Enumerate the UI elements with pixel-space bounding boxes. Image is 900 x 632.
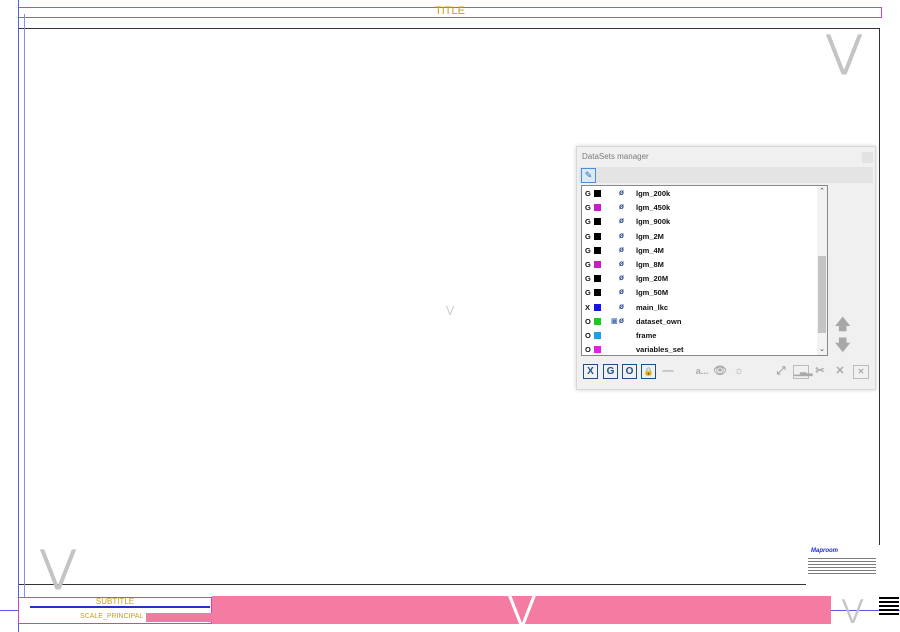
dataset-type: G (585, 245, 591, 255)
label-button[interactable]: a... (692, 363, 712, 379)
export-icon[interactable]: ✕ (853, 365, 869, 379)
eye-hidden-icon[interactable]: ø (619, 202, 624, 211)
close-button[interactable] (862, 152, 873, 163)
histogram-icon[interactable]: ▁▃▂ (793, 365, 812, 379)
eye-hidden-icon[interactable]: ø (619, 287, 624, 296)
datasets-manager-panel: DataSets manager ✎ Gø lgm_200k Gø lgm_450k G… (576, 146, 876, 390)
add-o-dataset-button[interactable]: O (622, 364, 637, 379)
eye-icon[interactable]: 👁 (713, 363, 727, 379)
dataset-name: lgm_50M (636, 288, 669, 298)
dataset-name: lgm_2M (636, 231, 664, 241)
dataset-type: X (585, 302, 591, 312)
dataset-name: lgm_4M (636, 245, 664, 255)
dataset-name: lgm_200k (636, 189, 671, 198)
add-x-dataset-button[interactable]: X (583, 364, 598, 379)
list-item[interactable]: Gø lgm_900k (582, 215, 817, 229)
edit-geometry-icon[interactable]: ⤢ (774, 363, 788, 379)
panel-title: DataSets manager (582, 152, 649, 161)
guide-line-left (18, 0, 19, 632)
eye-hidden-icon[interactable]: ø (619, 302, 624, 311)
list-item[interactable]: Gø lgm_8M (582, 258, 817, 272)
dataset-type: G (585, 189, 591, 198)
dataset-name: lgm_8M (636, 260, 664, 269)
list-item[interactable]: Gø lgm_450k (582, 201, 817, 215)
eye-hidden-icon[interactable]: ø (619, 245, 624, 254)
color-swatch[interactable] (594, 317, 601, 325)
sun-icon[interactable]: ☼ (732, 363, 746, 379)
add-g-dataset-button[interactable]: G (603, 364, 618, 379)
chevron-down-icon: ⋁ (40, 542, 77, 591)
map-subtitle: SUBTITLE (95, 597, 135, 606)
dataset-type: G (585, 260, 591, 269)
dataset-type: G (585, 217, 591, 227)
color-swatch[interactable] (594, 218, 601, 226)
qr-code-icon (879, 595, 899, 615)
color-swatch[interactable] (594, 261, 601, 268)
lock-icon[interactable]: 🔒 (641, 364, 656, 379)
scale-label: SCALE_PRINCIPAL (80, 613, 144, 620)
eye-hidden-icon[interactable]: ø (619, 188, 624, 197)
list-item[interactable]: Gø lgm_200k (582, 187, 817, 201)
move-up-button[interactable]: 🡅 (835, 317, 850, 333)
scrollbar[interactable]: ⌃ ⌄ (817, 186, 827, 355)
dataset-name: lgm_20M (636, 274, 669, 284)
dataset-type: G (585, 288, 591, 298)
move-down-button[interactable]: 🡇 (835, 338, 850, 354)
delete-dataset-icon[interactable]: ✕ (833, 363, 847, 379)
scroll-down-icon[interactable]: ⌄ (818, 345, 826, 354)
dataset-name: variables_set (636, 345, 684, 355)
color-swatch[interactable] (594, 275, 601, 283)
pin-icon[interactable]: ✎ (581, 168, 596, 183)
list-item[interactable]: Gø lgm_4M (582, 244, 817, 258)
color-swatch[interactable] (594, 303, 601, 311)
list-item[interactable]: Xø main_lkc (582, 301, 817, 315)
color-swatch[interactable] (594, 346, 601, 354)
chevron-down-icon: ⋁ (508, 590, 536, 628)
color-swatch[interactable] (594, 190, 601, 197)
remove-button[interactable]: — (661, 363, 675, 379)
color-swatch[interactable] (594, 246, 601, 254)
dataset-name: lgm_450k (636, 203, 671, 213)
dataset-type: G (585, 231, 591, 241)
eye-hidden-icon[interactable]: ø (619, 316, 624, 325)
dataset-type: G (585, 203, 591, 213)
eye-hidden-icon[interactable]: ø (619, 259, 624, 268)
eye-hidden-icon[interactable]: ø (619, 231, 624, 240)
map-title: TITLE (435, 5, 465, 17)
lock-icon[interactable]: ▣ (611, 317, 618, 325)
dataset-type: O (585, 316, 591, 326)
color-swatch[interactable] (594, 332, 601, 339)
dataset-type: O (585, 345, 591, 355)
dataset-name: lgm_900k (636, 217, 671, 227)
tools-icon[interactable]: ✂ (813, 363, 827, 379)
guide-line-left-inner (24, 14, 25, 624)
eye-hidden-icon[interactable]: ø (619, 273, 624, 282)
chevron-down-icon: ⋁ (842, 594, 864, 624)
list-item[interactable]: Gø lgm_20M (582, 272, 817, 286)
list-item[interactable]: Gø lgm_2M (582, 230, 817, 244)
eye-hidden-icon[interactable]: ø (619, 216, 624, 225)
list-item[interactable]: Oframe (582, 329, 817, 343)
color-swatch[interactable] (594, 232, 601, 240)
dataset-name: frame (636, 331, 657, 340)
chevron-down-icon: ⋁ (826, 27, 863, 76)
scroll-up-icon[interactable]: ⌃ (818, 187, 826, 196)
dataset-type: G (585, 274, 591, 284)
list-item[interactable]: O ▣ ø dataset_own (582, 315, 817, 329)
info-box-title: Maproom (811, 548, 838, 554)
chevron-down-icon: ⋁ (446, 305, 455, 316)
color-swatch[interactable] (594, 204, 601, 212)
scroll-thumb[interactable] (818, 256, 826, 333)
info-box-text (808, 556, 876, 574)
datasets-list[interactable]: Gø lgm_200k Gø lgm_450k Gø lgm_900k Gø lgm_2M Gø… (581, 185, 828, 356)
list-item[interactable]: Ovariables_set (582, 343, 817, 355)
dataset-name: dataset_own (636, 316, 682, 326)
dataset-type: O (585, 331, 591, 340)
legend-text-line (30, 606, 210, 608)
panel-toolbar: ✎ (579, 167, 873, 183)
dataset-name: main_lkc (636, 302, 669, 312)
color-swatch[interactable] (594, 289, 601, 297)
list-item[interactable]: Gø lgm_50M (582, 286, 817, 300)
